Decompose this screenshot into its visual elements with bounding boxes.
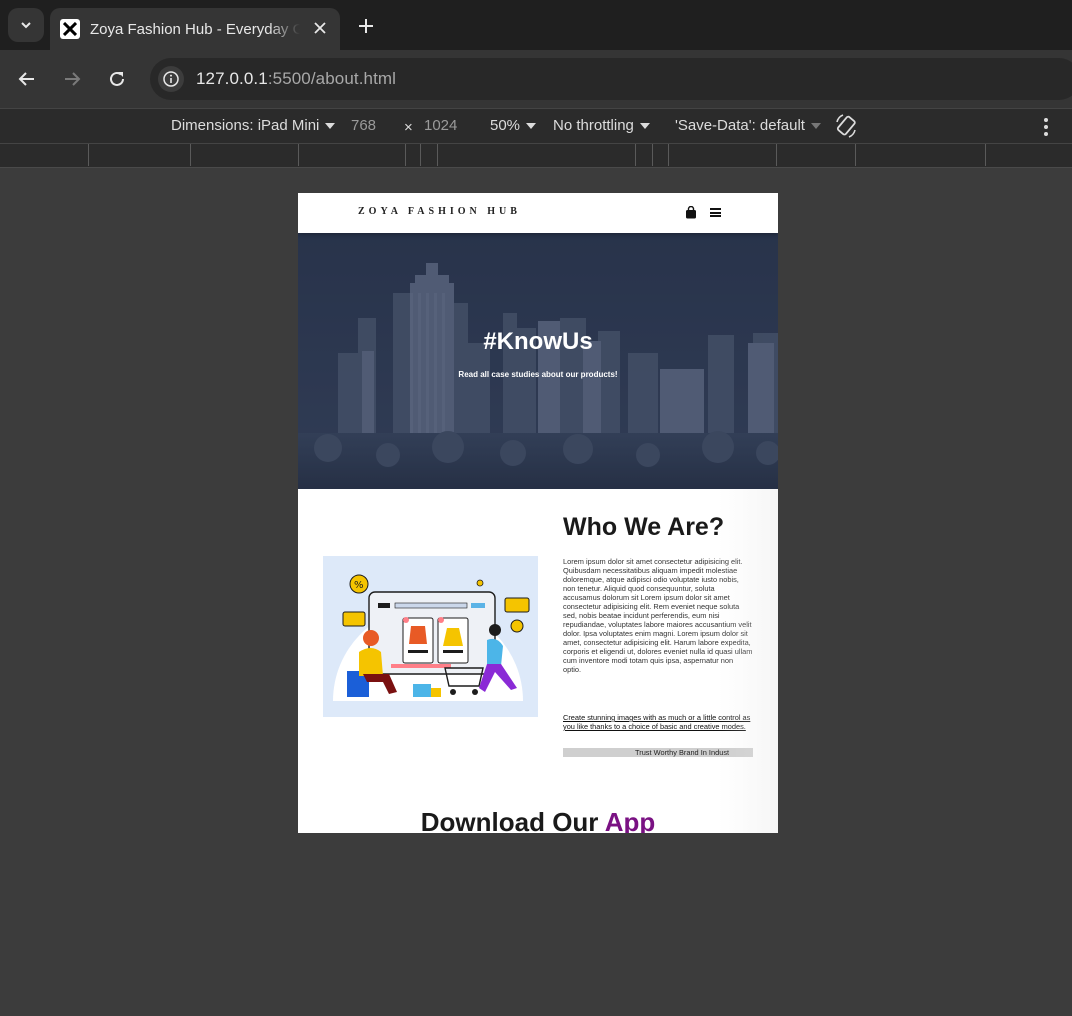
chevron-down-icon (21, 22, 31, 29)
save-data-select[interactable]: 'Save-Data': default (675, 117, 821, 134)
tab-close-icon[interactable] (310, 18, 330, 38)
caret-down-icon (639, 123, 650, 130)
media-query-ruler (0, 144, 1072, 168)
tab-title: Zoya Fashion Hub - Everyday Gr (90, 20, 300, 38)
city-skyline-image (298, 233, 778, 489)
shopping-illustration-image: % (323, 556, 538, 717)
tab-search-button[interactable] (8, 8, 44, 42)
caret-down-icon (526, 123, 537, 130)
dimensions-select[interactable]: Dimensions: iPad Mini (171, 117, 336, 134)
emulated-viewport: ZOYA FASHION HUB #KnowUs Read all case s… (298, 193, 778, 833)
url-path: :5500/about.html (267, 69, 397, 88)
forward-arrow-icon[interactable] (57, 64, 87, 94)
height-input[interactable]: 1024 (424, 117, 457, 134)
site-logo[interactable]: ZOYA FASHION HUB (358, 206, 521, 217)
back-arrow-icon[interactable] (12, 64, 42, 94)
hero-subtitle: Read all case studies about our products… (458, 370, 618, 379)
browser-toolbar: 127.0.0.1:5500/about.html (0, 50, 1072, 108)
site-info-icon[interactable] (158, 66, 184, 92)
tab-strip: Zoya Fashion Hub - Everyday Gr (0, 0, 1072, 50)
site-header: ZOYA FASHION HUB (298, 193, 778, 233)
throttling-select[interactable]: No throttling (553, 117, 650, 134)
about-title: Who We Are? (563, 513, 725, 541)
download-app-heading: Download Our App (298, 807, 778, 833)
caret-down-icon (325, 123, 336, 130)
rotate-device-icon[interactable] (834, 113, 858, 139)
more-options-icon[interactable] (1040, 116, 1052, 138)
hero-title: #KnowUs (483, 328, 593, 355)
address-bar[interactable]: 127.0.0.1:5500/about.html (150, 58, 1072, 100)
hero-banner: #KnowUs Read all case studies about our … (298, 233, 778, 489)
active-tab[interactable]: Zoya Fashion Hub - Everyday Gr (50, 8, 340, 50)
edge-shadow (718, 489, 778, 833)
width-input[interactable]: 768 (351, 117, 376, 134)
site-favicon-icon (60, 19, 80, 39)
hamburger-menu-icon[interactable] (710, 208, 721, 217)
shopping-bag-icon[interactable] (685, 206, 697, 219)
svg-text:%: % (354, 580, 364, 591)
device-toolbar: Dimensions: iPad Mini 768 × 1024 50% No … (0, 108, 1072, 144)
trust-marquee-text: Trust Worthy Brand In Indust (635, 748, 730, 757)
zoom-select[interactable]: 50% (490, 117, 537, 134)
throttling-label: No throttling (553, 117, 634, 134)
dimension-times-icon: × (404, 119, 413, 136)
caret-down-icon (810, 123, 821, 130)
download-accent: App (604, 807, 656, 833)
url-host: 127.0.0.1 (196, 69, 268, 88)
new-tab-icon[interactable] (352, 12, 380, 40)
about-section: % Who We Are? Lorem ipsum dolor sit amet… (298, 489, 778, 833)
url-text: 127.0.0.1:5500/about.html (196, 69, 396, 89)
save-data-label: 'Save-Data': default (675, 117, 805, 134)
dimensions-label: Dimensions: iPad Mini (171, 117, 320, 134)
download-title: Download Our (420, 807, 605, 833)
zoom-label: 50% (490, 117, 521, 134)
reload-icon[interactable] (102, 64, 132, 94)
